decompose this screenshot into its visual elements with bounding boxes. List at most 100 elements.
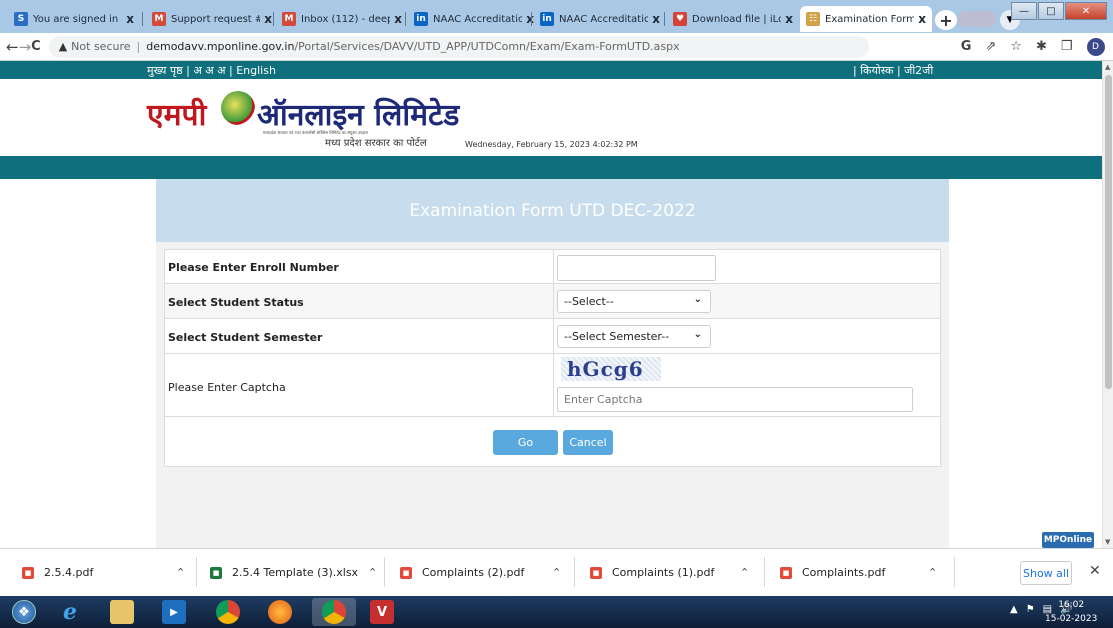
download-bar: ■ 2.5.4.pdf ⌃ ■ 2.5.4 Template (3).xlsx … <box>0 548 1113 596</box>
tab-inbox[interactable]: M Inbox (112) - deep x <box>276 6 408 32</box>
new-tab-button[interactable]: + <box>935 10 957 30</box>
scroll-up-icon[interactable]: ▲ <box>1105 63 1110 71</box>
semester-select-value: --Select Semester-- <box>564 330 670 343</box>
browser-toolbar: ← → C ▲ Not secure | demodavv.mponline.g… <box>0 33 1113 61</box>
mponline-badge[interactable]: MPOnline <box>1042 532 1094 548</box>
tab-naac-1[interactable]: in NAAC Accreditatio x <box>408 6 540 32</box>
top-nav-right-links[interactable]: | कियोस्क | जी2जी <box>853 63 933 78</box>
pdf-file-icon: ■ <box>400 566 412 579</box>
chevron-up-icon[interactable]: ⌃ <box>740 566 749 579</box>
captcha-row: Please Enter Captcha hGcg6 Enter Captcha <box>165 354 940 417</box>
download-filename: Complaints (2).pdf <box>422 566 525 579</box>
close-tab-icon[interactable]: x <box>785 12 793 26</box>
spreadsheet-file-icon: ■ <box>210 566 222 579</box>
share-icon[interactable]: ⇗ <box>985 39 996 54</box>
scrollbar-thumb[interactable] <box>1105 75 1112 389</box>
close-tab-icon[interactable]: x <box>264 12 272 26</box>
taskbar-media[interactable]: ▶ <box>152 598 196 626</box>
download-item[interactable]: ■ Complaints (2).pdf ⌃ <box>400 549 570 596</box>
address-bar[interactable]: ▲ Not secure | demodavv.mponline.gov.in /… <box>48 35 869 58</box>
back-arrow-icon[interactable]: ← <box>6 38 19 56</box>
tab-support-request[interactable]: M Support request # x <box>146 6 278 32</box>
taskbar-ie[interactable]: e <box>48 598 92 626</box>
forward-arrow-icon[interactable]: → <box>19 38 32 56</box>
column-divider <box>553 319 554 353</box>
linkedin-favicon-icon: in <box>540 12 554 26</box>
toolbar-icons: G ⇗ ☆ ✱ ❒ D ⋮ <box>961 37 1113 56</box>
show-all-downloads-button[interactable]: Show all <box>1020 561 1072 585</box>
chevron-up-icon[interactable]: ⌃ <box>928 566 937 579</box>
tab-separator <box>405 12 406 26</box>
close-download-bar-icon[interactable]: ✕ <box>1089 563 1101 579</box>
status-select-value: --Select-- <box>564 295 614 308</box>
taskbar-app[interactable]: V <box>360 598 404 626</box>
not-secure-label: Not secure <box>71 40 131 53</box>
scroll-down-icon[interactable]: ▼ <box>1105 538 1110 546</box>
reload-icon[interactable]: C <box>31 39 41 54</box>
page-scrollbar[interactable]: ▲ ▼ <box>1102 61 1113 548</box>
download-item[interactable]: ■ Complaints.pdf ⌃ <box>780 549 950 596</box>
bookmark-star-icon[interactable]: ☆ <box>1010 39 1022 54</box>
start-button[interactable]: ❖ <box>2 598 46 626</box>
download-separator <box>196 557 197 587</box>
url-path: /Portal/Services/DAVV/UTD_APP/UTDComn/Ex… <box>294 40 680 53</box>
tray-expand-icon[interactable]: ▲ <box>1010 604 1018 615</box>
exam-form: Please Enter Enroll Number Select Studen… <box>164 249 941 467</box>
gmail-favicon-icon: M <box>152 12 166 26</box>
extensions-icon[interactable]: ✱ <box>1036 39 1047 54</box>
close-tab-icon[interactable]: x <box>394 12 402 26</box>
download-item[interactable]: ■ 2.5.4.pdf ⌃ <box>22 549 192 596</box>
window-close-button[interactable]: ✕ <box>1065 2 1107 20</box>
download-separator <box>764 557 765 587</box>
tab-examination-form[interactable]: ☷ Examination Form x <box>800 6 932 32</box>
side-panel-icon[interactable]: ❒ <box>1061 39 1073 54</box>
chevron-up-icon[interactable]: ⌃ <box>552 566 561 579</box>
globe-logo-icon <box>221 91 255 125</box>
chevron-up-icon[interactable]: ⌃ <box>176 566 185 579</box>
taskbar-firefox[interactable] <box>258 598 302 626</box>
mponline-logo[interactable]: एमपी ऑनलाइन लिमिटेड मध्यप्रदेश सरकार एवं… <box>147 89 467 149</box>
profile-avatar[interactable]: D <box>1086 37 1105 56</box>
logo-subtitle: मध्य प्रदेश सरकार का पोर्टल <box>325 138 427 149</box>
close-tab-icon[interactable]: x <box>652 12 660 26</box>
download-item[interactable]: ■ Complaints (1).pdf ⌃ <box>590 549 760 596</box>
firefox-icon <box>268 600 292 624</box>
folder-icon <box>110 600 134 624</box>
form-favicon-icon: ☷ <box>806 12 820 26</box>
taskbar-chrome[interactable] <box>206 598 250 626</box>
chrome-icon <box>322 600 346 624</box>
clock-date: 15-02-2023 <box>1045 614 1098 624</box>
maximize-button[interactable]: □ <box>1038 2 1064 20</box>
close-tab-icon[interactable]: x <box>918 12 926 26</box>
tab-label: Support request # <box>171 13 261 25</box>
download-separator <box>574 557 575 587</box>
cancel-button[interactable]: Cancel <box>563 430 613 455</box>
status-row: Select Student Status --Select-- ⌄ <box>165 284 940 319</box>
student-status-select[interactable]: --Select-- ⌄ <box>557 290 711 313</box>
go-button[interactable]: Go <box>493 430 558 455</box>
tab-label: Download file | iLo <box>692 13 782 25</box>
tab-separator <box>273 12 274 26</box>
captcha-input[interactable]: Enter Captcha <box>557 387 913 412</box>
taskbar-chrome-active[interactable] <box>312 598 356 626</box>
logo-text-mp: एमपी <box>147 98 207 133</box>
close-tab-icon[interactable]: x <box>126 12 134 26</box>
flag-icon[interactable]: ⚑ <box>1026 604 1035 615</box>
tab-naac-2[interactable]: in NAAC Accreditatio x <box>534 6 666 32</box>
form-title: Examination Form UTD DEC-2022 <box>156 179 949 242</box>
captcha-image: hGcg6 <box>561 357 661 381</box>
windows-taskbar: ❖ e ▶ V ▲ ⚑ ▤ 🔊 16:02 15-02-2023 <box>0 596 1113 628</box>
minimize-button[interactable]: — <box>1011 2 1037 20</box>
enroll-number-input[interactable] <box>557 255 716 281</box>
chevron-up-icon[interactable]: ⌃ <box>368 566 377 579</box>
student-semester-select[interactable]: --Select Semester-- ⌄ <box>557 325 711 348</box>
system-clock[interactable]: 16:02 15-02-2023 <box>1045 598 1097 626</box>
linkedin-favicon-icon: in <box>414 12 428 26</box>
top-nav-left-links[interactable]: मुख्य पृष्ठ | अ अ अ | English <box>147 63 276 78</box>
google-icon[interactable]: G <box>961 39 972 54</box>
taskbar-explorer[interactable] <box>100 598 144 626</box>
tab-signed-in[interactable]: S You are signed in x <box>8 6 140 32</box>
download-item[interactable]: ■ 2.5.4 Template (3).xlsx ⌃ <box>210 549 380 596</box>
tab-download-file[interactable]: ♥ Download file | iLo x <box>667 6 799 32</box>
column-divider <box>553 284 554 318</box>
